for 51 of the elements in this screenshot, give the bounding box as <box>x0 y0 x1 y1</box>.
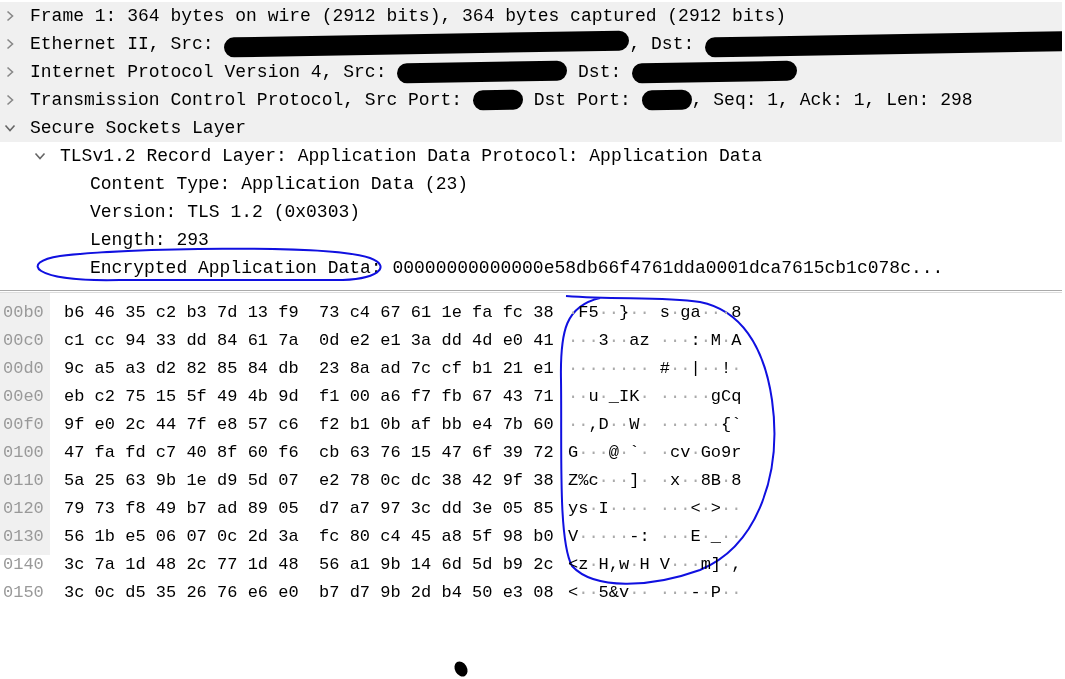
hex-bytes: c1 cc 94 33 dd 84 61 7a 0d e2 e1 3a dd 4d e0 41 <box>64 330 554 350</box>
tree-item-label: Secure Sockets Layer <box>30 118 247 138</box>
tree-item-label: Content Type: Application Data (23) <box>90 174 469 194</box>
tree-item-label: Transmission Control Protocol, Src Port: <box>30 90 464 110</box>
tree-item-label: Dst: <box>577 62 623 82</box>
tree-item-label: Dst Port: <box>532 90 632 110</box>
hex-bytes: 3c 7a 1d 48 2c 77 1d 48 56 a1 9b 14 6d 5d b9 2c <box>64 554 554 574</box>
hex-bytes: 5a 25 63 9b 1e d9 5d 07 e2 78 0c dc 38 42 9f 38 <box>64 470 554 490</box>
tree-item-label: Internet Protocol Version 4, Src: <box>30 62 388 82</box>
offset-label: 00f0 <box>2 414 45 434</box>
tree-item-label: , Seq: 1, Ack: 1, Len: 298 <box>691 90 973 110</box>
tree-row[interactable]: Internet Protocol Version 4, Src: Dst: <box>0 58 1062 86</box>
hex-bytes: 9c a5 a3 d2 82 85 84 db 23 8a ad 7c cf b1 21 e1 <box>64 358 554 378</box>
ascii-text: ·F5··}·· s·ga···8 <box>568 302 742 322</box>
tree-item-label: , Dst: <box>629 34 696 54</box>
ascii-text: G···@·`· ·cv·Go9r <box>568 442 742 462</box>
ascii-text: ········ #··|··!· <box>568 358 742 378</box>
tree-item-label: Encrypted Application Data: 00000000000000e58db66f4761dda0001dca7615cb1c078c... <box>90 258 944 278</box>
hex-bytes: eb c2 75 15 5f 49 4b 9d f1 00 a6 f7 fb 67 43 71 <box>64 386 554 406</box>
hex-bytes: 47 fa fd c7 40 8f 60 f6 cb 63 76 15 47 6f 39 72 <box>64 442 554 462</box>
offset-label: 00b0 <box>2 302 45 322</box>
tree-item-label: Frame 1: 364 bytes on wire (2912 bits), 364 bytes captured (2912 bits) <box>30 6 787 26</box>
offset-label: 00e0 <box>2 386 45 406</box>
hex-bytes: b6 46 35 c2 b3 7d 13 f9 73 c4 67 61 1e fa fc 38 <box>64 302 554 322</box>
tree-row[interactable]: Ethernet II, Src: , Dst: <box>0 30 1062 58</box>
tree-item-label: Version: TLS 1.2 (0x0303) <box>90 202 361 222</box>
offset-label: 0140 <box>2 554 45 574</box>
offset-label: 00d0 <box>2 358 45 378</box>
offset-label: 0110 <box>2 470 45 490</box>
ascii-text: V·····-: ···E·_·· <box>568 526 742 546</box>
tree-row[interactable]: Transmission Control Protocol, Src Port: Dst Port: , Seq: 1, Ack: 1, Len: 298 <box>0 86 1062 114</box>
ascii-text: <··5&v·· ···-·P·· <box>568 582 742 602</box>
tree-item-label: TLSv1.2 Record Layer: Application Data Protocol: Application Data <box>60 146 763 166</box>
ascii-text: ··u·_IK· ·····gCq <box>568 386 742 406</box>
tree-row[interactable]: Frame 1: 364 bytes on wire (2912 bits), 364 bytes captured (2912 bits) <box>0 2 1062 30</box>
tree-row[interactable]: Secure Sockets Layer <box>0 114 1062 142</box>
offset-label: 0130 <box>2 526 45 546</box>
hex-bytes: 3c 0c d5 35 26 76 e6 e0 b7 d7 9b 2d b4 50 e3 08 <box>64 582 554 602</box>
hex-bytes: 9f e0 2c 44 7f e8 57 c6 f2 b1 0b af bb e4 7b 60 <box>64 414 554 434</box>
offset-label: 0150 <box>2 582 45 602</box>
offset-label: 00c0 <box>2 330 45 350</box>
offset-label: 0100 <box>2 442 45 462</box>
offset-label: 0120 <box>2 498 45 518</box>
ascii-text: ··,D··W· ······{` <box>568 414 742 434</box>
tree-item-label: Length: 293 <box>90 230 209 250</box>
ascii-text: ys·I···· ···<·>·· <box>568 498 742 518</box>
hex-bytes: 56 1b e5 06 07 0c 2d 3a fc 80 c4 45 a8 5f 98 b0 <box>64 526 554 546</box>
ascii-text: ···3··az ···:·M·A <box>568 330 742 350</box>
ascii-text: Z%c···]· ·x··8B·8 <box>568 470 742 490</box>
tree-item-label: Ethernet II, Src: <box>30 34 215 54</box>
hex-bytes: 79 73 f8 49 b7 ad 89 05 d7 a7 97 3c dd 3e 05 85 <box>64 498 554 518</box>
